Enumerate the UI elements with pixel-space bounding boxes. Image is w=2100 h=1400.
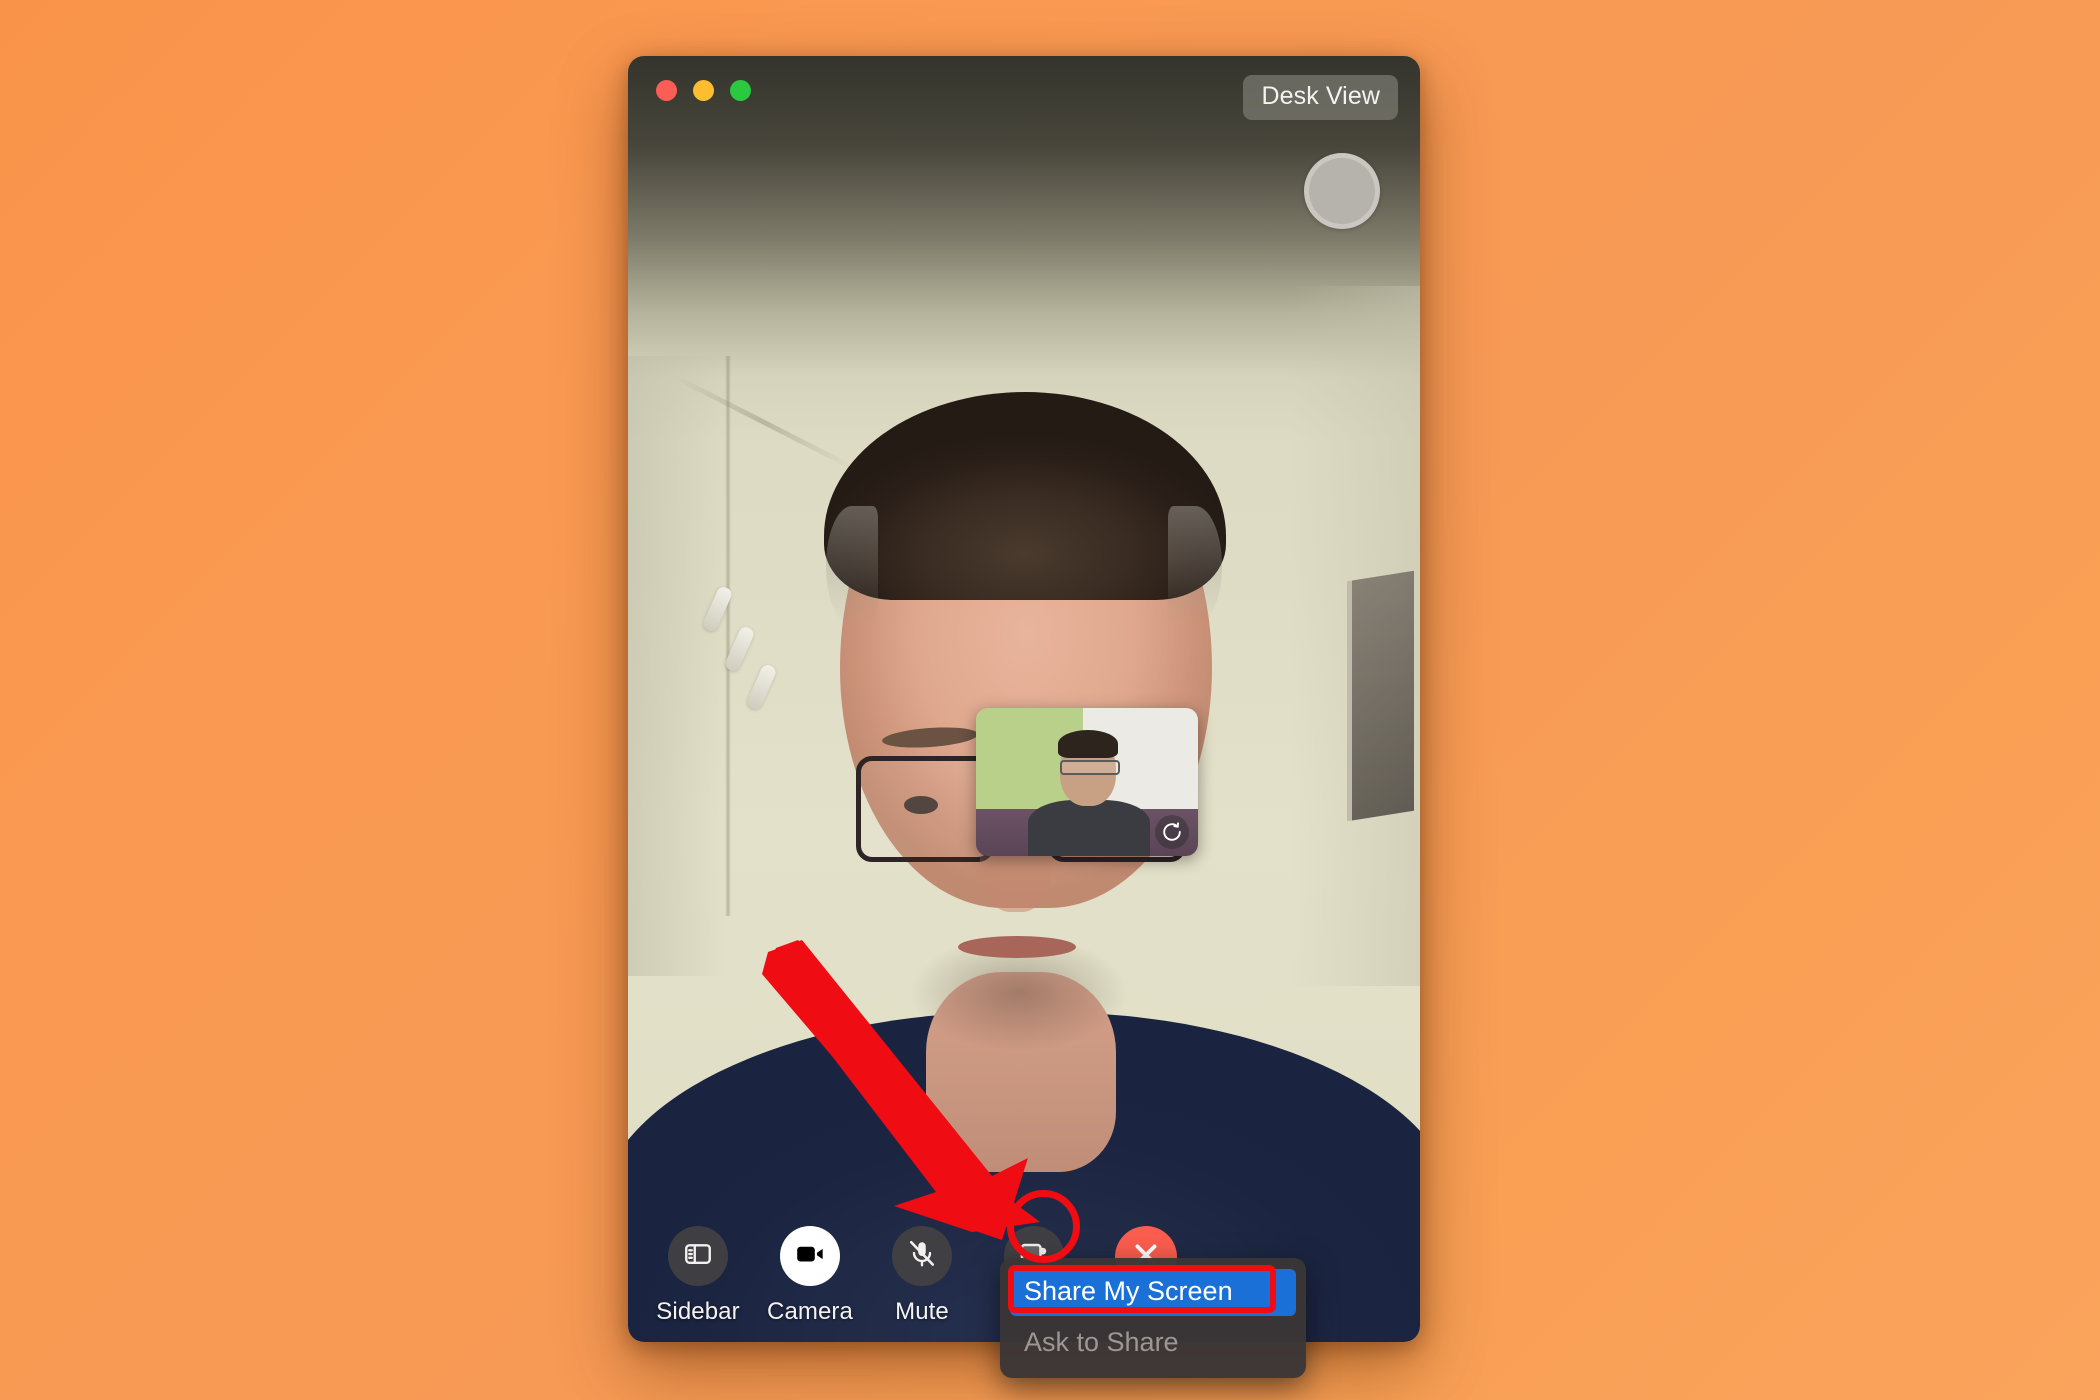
participant-avatar[interactable] xyxy=(1304,153,1380,229)
toolbar-item-camera[interactable]: Camera xyxy=(767,1226,853,1326)
camera-label: Camera xyxy=(767,1298,853,1325)
sidebar-label: Sidebar xyxy=(656,1298,740,1325)
sidebar-icon xyxy=(683,1239,713,1274)
remote-person-mouth xyxy=(958,936,1076,958)
remote-person-hair-grey-left xyxy=(826,506,878,626)
desk-view-button[interactable]: Desk View xyxy=(1243,75,1398,120)
menu-item-share-my-screen[interactable]: Share My Screen xyxy=(1010,1269,1296,1316)
toolbar-item-sidebar[interactable]: Sidebar xyxy=(656,1226,740,1326)
wall-left xyxy=(628,356,728,976)
desktop-background: Desk View Sidebar Camera Mute Share My S… xyxy=(0,0,2100,1400)
remote-video-feed[interactable] xyxy=(628,56,1420,1342)
zoom-window-button[interactable] xyxy=(730,80,751,101)
video-camera-icon xyxy=(794,1238,826,1275)
remote-person-hair-grey-right xyxy=(1168,506,1222,626)
microphone-muted-icon xyxy=(907,1239,937,1274)
share-screen-dropdown-menu: Share My Screen Ask to Share xyxy=(1000,1258,1306,1378)
sidebar-button[interactable] xyxy=(668,1226,728,1286)
mute-label: Mute xyxy=(895,1298,949,1325)
wall-seam-vertical xyxy=(725,356,731,916)
camera-button[interactable] xyxy=(780,1226,840,1286)
remote-person-hair xyxy=(824,392,1226,600)
self-view-person-body xyxy=(1028,800,1150,856)
minimize-window-button[interactable] xyxy=(693,80,714,101)
self-view-person-glasses xyxy=(1060,760,1120,775)
self-view-person-hair xyxy=(1058,730,1118,758)
track-light xyxy=(745,662,778,712)
menu-item-ask-to-share: Ask to Share xyxy=(1024,1327,1179,1357)
traffic-light-group xyxy=(656,80,751,101)
toolbar-item-mute[interactable]: Mute xyxy=(880,1226,964,1326)
facetime-window: Desk View Sidebar Camera Mute xyxy=(628,56,1420,1342)
wall-picture-frame xyxy=(1347,570,1414,822)
mute-button[interactable] xyxy=(892,1226,952,1286)
rotate-camera-icon[interactable] xyxy=(1155,815,1189,849)
close-window-button[interactable] xyxy=(656,80,677,101)
self-view-pip[interactable] xyxy=(976,708,1198,856)
eyeglasses-lens-left xyxy=(856,756,994,862)
